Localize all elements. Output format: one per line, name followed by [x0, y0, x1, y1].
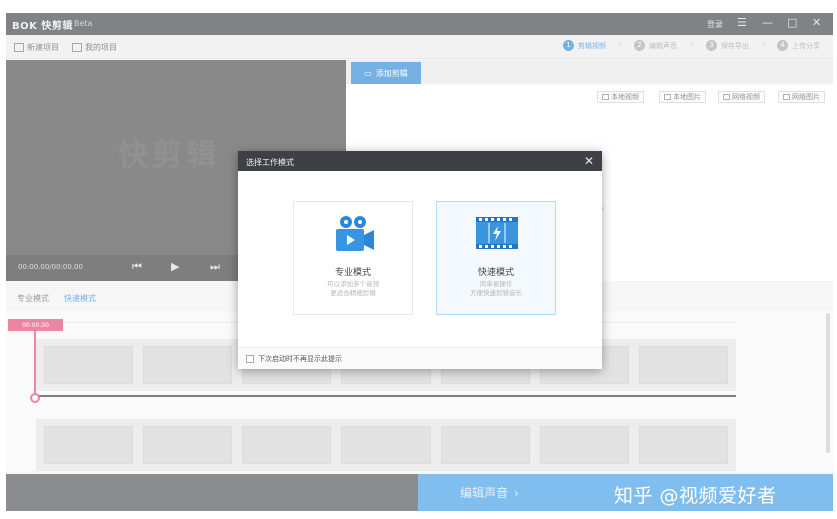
close-icon[interactable]: ✕	[584, 154, 594, 168]
dialog-title: 选择工作模式	[246, 158, 294, 167]
pro-mode-desc-line: 更适合精细剪辑	[330, 289, 376, 297]
film-strip-icon	[476, 217, 518, 249]
dialog-footer: 下次启动时不再显示此提示	[238, 347, 602, 369]
fast-mode-desc-line: 方便快速剪辑音乐	[470, 289, 522, 297]
dont-show-again-checkbox[interactable]	[246, 354, 254, 363]
fast-mode-title: 快速模式	[477, 268, 514, 278]
dont-show-again-label[interactable]: 下次启动时不再显示此提示	[258, 354, 342, 364]
pro-mode-description: 可以添加多个音频 更适合精细剪辑	[294, 280, 412, 298]
app-window: BOK 快剪辑 Beta 登录 ☰ — □ ✕ 新建项目 我的项目 1 剪辑视频…	[6, 13, 833, 511]
fast-mode-desc-line: 简单易操作	[479, 280, 513, 288]
fast-mode-card[interactable]: 快速模式 简单易操作 方便快速剪辑音乐	[436, 201, 556, 315]
pro-mode-card[interactable]: 专业模式 可以添加多个音频 更适合精细剪辑	[293, 201, 413, 315]
fast-mode-description: 简单易操作 方便快速剪辑音乐	[437, 280, 555, 298]
pro-mode-title: 专业模式	[334, 268, 371, 278]
pro-mode-desc-line: 可以添加多个音频	[327, 280, 379, 288]
mode-select-dialog: 选择工作模式 ✕ 专业模式 可以添加多个音频 更适合精细剪辑 快速模式 简单易操…	[238, 151, 602, 369]
dialog-header: 选择工作模式 ✕	[238, 151, 602, 171]
movie-camera-icon	[336, 216, 374, 251]
